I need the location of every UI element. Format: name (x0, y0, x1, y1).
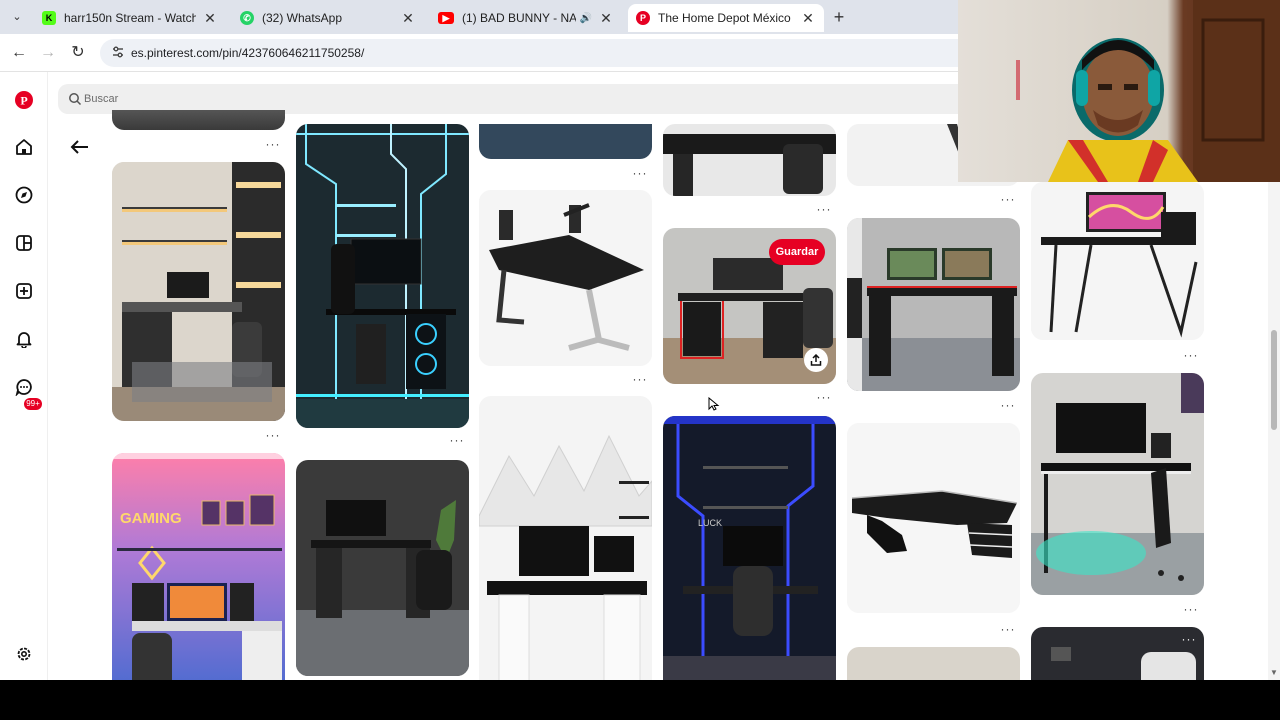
more-options-icon[interactable]: ··· (816, 203, 832, 216)
more-options-icon[interactable]: ··· (1181, 633, 1197, 646)
more-options-icon[interactable]: ··· (449, 434, 465, 447)
letterbox-bar (0, 680, 1280, 720)
tab-title: harr150n Stream - Watch Live o (64, 11, 196, 25)
more-options-icon[interactable]: ··· (1000, 193, 1016, 206)
forward-icon[interactable]: → (37, 42, 59, 64)
messages-icon[interactable] (12, 375, 36, 399)
pin-image[interactable] (847, 218, 1020, 391)
pin-image[interactable] (296, 124, 469, 428)
tab-whatsapp[interactable]: ✆ (32) WhatsApp ✕ (232, 4, 424, 32)
pinterest-sidebar: P 99+ (0, 72, 48, 680)
close-tab-icon[interactable]: ✕ (598, 10, 614, 27)
url-text: es.pinterest.com/pin/423760646211750258/ (131, 46, 365, 60)
pinterest-icon: P (636, 11, 650, 25)
back-icon[interactable]: ← (8, 42, 30, 64)
more-options-icon[interactable]: ··· (632, 167, 648, 180)
create-icon[interactable] (12, 279, 36, 303)
share-icon[interactable] (804, 348, 828, 372)
search-icon (69, 93, 82, 106)
save-button[interactable]: Guardar (769, 239, 825, 265)
more-options-icon[interactable]: ··· (265, 138, 281, 151)
pin-image[interactable] (479, 396, 652, 680)
kick-icon: K (42, 11, 56, 25)
tab-title: (32) WhatsApp (262, 11, 343, 25)
mouse-cursor-icon (708, 397, 720, 411)
more-options-icon[interactable]: ··· (265, 429, 281, 442)
back-arrow-icon[interactable] (68, 137, 92, 157)
reload-icon[interactable]: ↻ (67, 42, 89, 64)
tab-kick[interactable]: K harr150n Stream - Watch Live o ✕ (34, 4, 226, 32)
explore-icon[interactable] (12, 183, 36, 207)
site-info-icon[interactable] (110, 45, 126, 61)
notifications-icon[interactable] (12, 327, 36, 351)
pin-image[interactable] (847, 423, 1020, 613)
close-tab-icon[interactable]: ✕ (400, 10, 416, 27)
pin-image[interactable] (847, 647, 1020, 680)
tab-search-chevron-icon[interactable]: ⌄ (8, 8, 26, 26)
more-options-icon[interactable]: ··· (1183, 603, 1199, 616)
pinterest-logo-icon[interactable]: P (12, 88, 36, 112)
pin-image[interactable] (1031, 182, 1204, 340)
tab-title: (1) BAD BUNNY - NADIE SA (462, 11, 576, 25)
boards-icon[interactable] (12, 231, 36, 255)
pin-image[interactable] (663, 124, 836, 196)
scrollbar[interactable]: ▼ (1268, 124, 1280, 680)
speaker-icon[interactable]: 🔊 (580, 13, 592, 24)
pin-image[interactable] (479, 124, 652, 159)
pin-image[interactable] (479, 190, 652, 366)
svg-text:P: P (20, 94, 27, 108)
more-options-icon[interactable]: ··· (816, 391, 832, 404)
more-options-icon[interactable]: ··· (1000, 399, 1016, 412)
settings-icon[interactable] (12, 642, 36, 666)
close-tab-icon[interactable]: ✕ (800, 10, 816, 27)
pin-image[interactable]: GAMING (112, 453, 285, 680)
pin-image[interactable] (1031, 373, 1204, 595)
pin-image[interactable]: LUCK (663, 416, 836, 680)
browser-window: ⌄ K harr150n Stream - Watch Live o ✕ ✆ (… (0, 0, 1280, 680)
pin-image[interactable] (296, 460, 469, 676)
whatsapp-icon: ✆ (240, 11, 254, 25)
svg-text:LUCK: LUCK (698, 518, 722, 528)
tab-youtube[interactable]: ▶ (1) BAD BUNNY - NADIE SA 🔊 ✕ (430, 4, 622, 32)
scroll-down-icon[interactable]: ▼ (1270, 668, 1278, 677)
tab-pinterest[interactable]: P The Home Depot México ✕ (628, 4, 824, 32)
more-options-icon[interactable]: ··· (1183, 349, 1199, 362)
more-options-icon[interactable]: ··· (1000, 623, 1016, 636)
close-tab-icon[interactable]: ✕ (202, 10, 218, 27)
svg-text:GAMING: GAMING (120, 510, 182, 527)
youtube-icon: ▶ (438, 12, 454, 24)
tab-title: The Home Depot México (658, 11, 791, 25)
pin-image[interactable] (112, 110, 285, 130)
notifications-badge: 99+ (24, 398, 42, 410)
home-icon[interactable] (12, 135, 36, 159)
webcam-overlay (958, 0, 1280, 182)
new-tab-icon[interactable]: + (830, 7, 848, 27)
more-options-icon[interactable]: ··· (632, 373, 648, 386)
pin-image[interactable] (112, 162, 285, 421)
pin-image[interactable] (1031, 627, 1204, 680)
scrollbar-thumb[interactable] (1271, 330, 1277, 430)
